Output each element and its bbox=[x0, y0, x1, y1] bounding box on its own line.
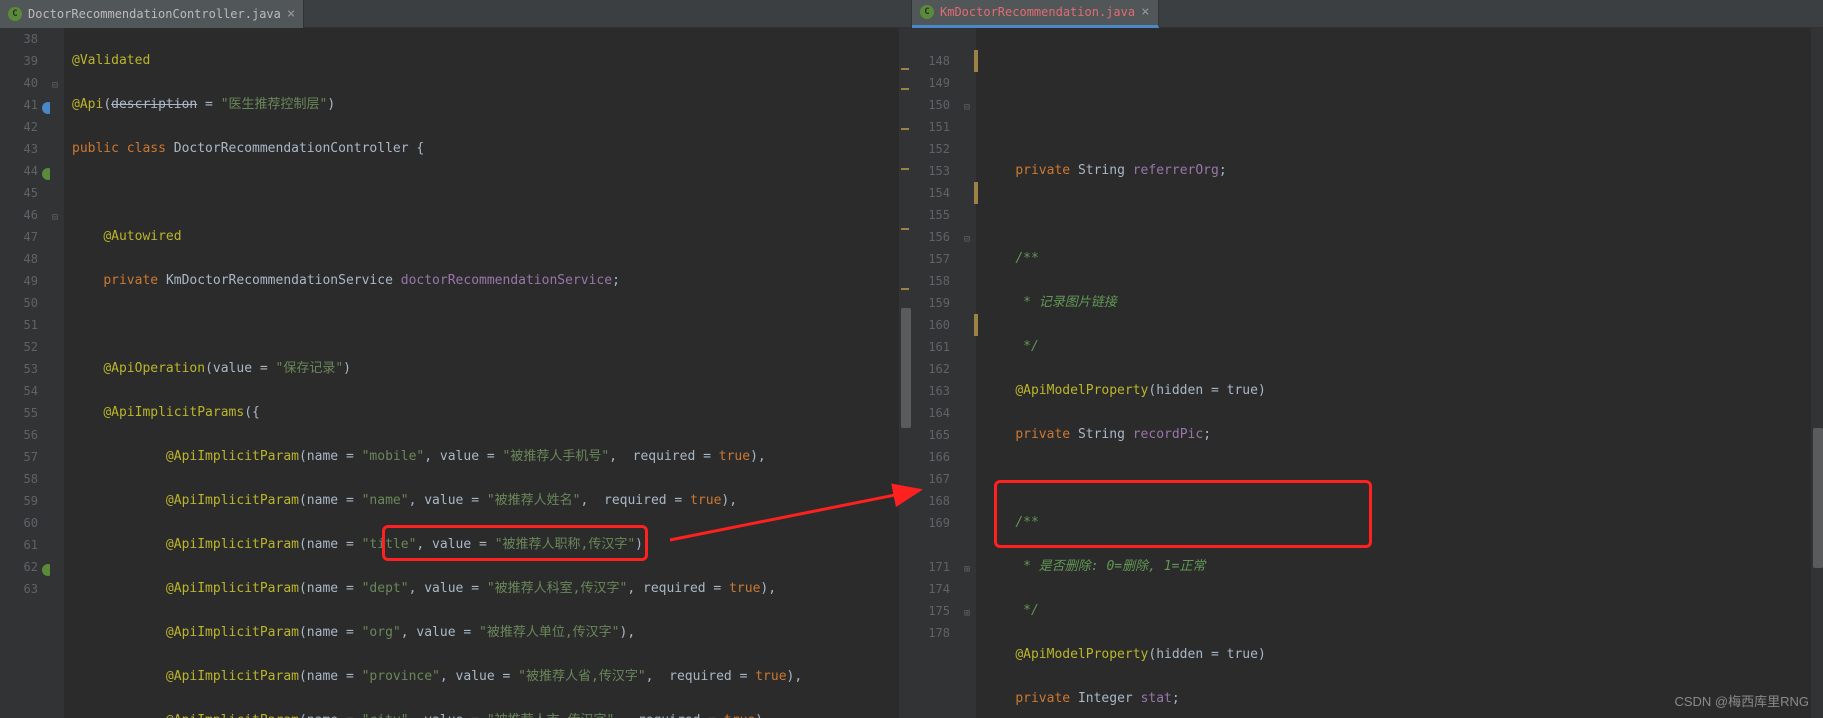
fold-icon[interactable]: ⊟ bbox=[52, 80, 62, 90]
editor-left[interactable]: 38 39 40 41 42 43 44 45 46 47 48 49 50 5… bbox=[0, 28, 911, 718]
tab-bar-left: C DoctorRecommendationController.java × bbox=[0, 0, 911, 28]
close-icon[interactable]: × bbox=[287, 6, 295, 22]
close-icon[interactable]: × bbox=[1141, 4, 1149, 20]
watermark: CSDN @梅西库里RNG bbox=[1674, 691, 1809, 710]
change-marker bbox=[974, 182, 978, 204]
change-marker bbox=[974, 314, 978, 336]
minimap-left[interactable] bbox=[899, 28, 911, 718]
java-class-icon: C bbox=[920, 5, 934, 19]
fold-column: ⊟ ⊟ ⊞ ⊞ bbox=[962, 28, 976, 718]
tab-label: DoctorRecommendationController.java bbox=[28, 7, 281, 21]
scrollbar-thumb[interactable] bbox=[1813, 428, 1823, 568]
fold-column: ⊟ ⊟ bbox=[50, 28, 64, 718]
fold-icon[interactable]: ⊞ bbox=[964, 564, 974, 574]
minimap-right[interactable] bbox=[1811, 28, 1823, 718]
fold-icon[interactable]: ⊟ bbox=[964, 102, 974, 112]
scrollbar-thumb[interactable] bbox=[901, 308, 911, 428]
change-marker bbox=[974, 50, 978, 72]
code-area-left[interactable]: @Validated @Api(description = "医生推荐控制层")… bbox=[64, 28, 899, 718]
fold-icon[interactable]: ⊟ bbox=[52, 212, 62, 222]
java-class-icon: C bbox=[8, 7, 22, 21]
tab-bar-right: C KmDoctorRecommendation.java × bbox=[912, 0, 1823, 28]
fold-icon[interactable]: ⊞ bbox=[964, 608, 974, 618]
tab-label: KmDoctorRecommendation.java bbox=[940, 5, 1135, 19]
gutter-right: 148 149 150 151 152 153 154 155 156 157 … bbox=[912, 28, 962, 718]
tab-right[interactable]: C KmDoctorRecommendation.java × bbox=[912, 0, 1159, 28]
tab-left[interactable]: C DoctorRecommendationController.java × bbox=[0, 0, 304, 28]
editor-right[interactable]: 148 149 150 151 152 153 154 155 156 157 … bbox=[912, 28, 1823, 718]
gutter-left: 38 39 40 41 42 43 44 45 46 47 48 49 50 5… bbox=[0, 28, 50, 718]
fold-icon[interactable]: ⊟ bbox=[964, 234, 974, 244]
code-area-right[interactable]: private String referrerOrg; /** * 记录图片链接… bbox=[976, 28, 1811, 718]
